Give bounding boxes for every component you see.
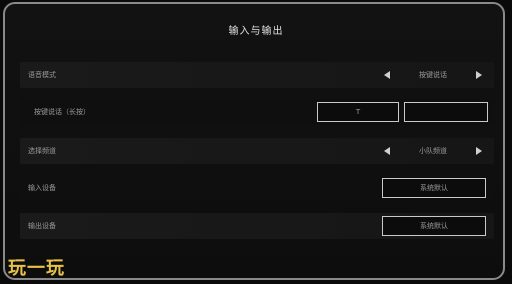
voice-mode-next-arrow-icon[interactable] [476, 71, 482, 79]
input-device-label: 输入设备 [28, 184, 56, 192]
input-device-button[interactable]: 系统默认 [382, 178, 486, 198]
output-device-button[interactable]: 系统默认 [382, 216, 486, 236]
push-to-talk-key-primary[interactable]: T [317, 102, 399, 122]
panel-title: 输入与输出 [228, 26, 284, 37]
push-to-talk-row: 按键说话（长按） T [20, 99, 494, 125]
voice-mode-value: 按键说话 [419, 71, 447, 79]
channel-next-arrow-icon[interactable] [476, 147, 482, 155]
channel-label: 选择频道 [28, 147, 56, 155]
push-to-talk-label: 按键说话（长按） [34, 108, 90, 116]
push-to-talk-key-secondary[interactable] [404, 102, 488, 122]
input-device-row: 输入设备 系统默认 [20, 175, 494, 201]
voice-mode-row: 语音模式 按键说话 [20, 62, 494, 88]
output-device-row: 输出设备 系统默认 [20, 213, 494, 239]
watermark-logo: 玩一玩 [8, 258, 65, 279]
channel-prev-arrow-icon[interactable] [384, 147, 390, 155]
channel-row: 选择频道 小队频道 [20, 138, 494, 164]
channel-value: 小队频道 [419, 147, 447, 155]
output-device-label: 输出设备 [28, 222, 56, 230]
voice-mode-prev-arrow-icon[interactable] [384, 71, 390, 79]
voice-mode-label: 语音模式 [28, 71, 56, 79]
